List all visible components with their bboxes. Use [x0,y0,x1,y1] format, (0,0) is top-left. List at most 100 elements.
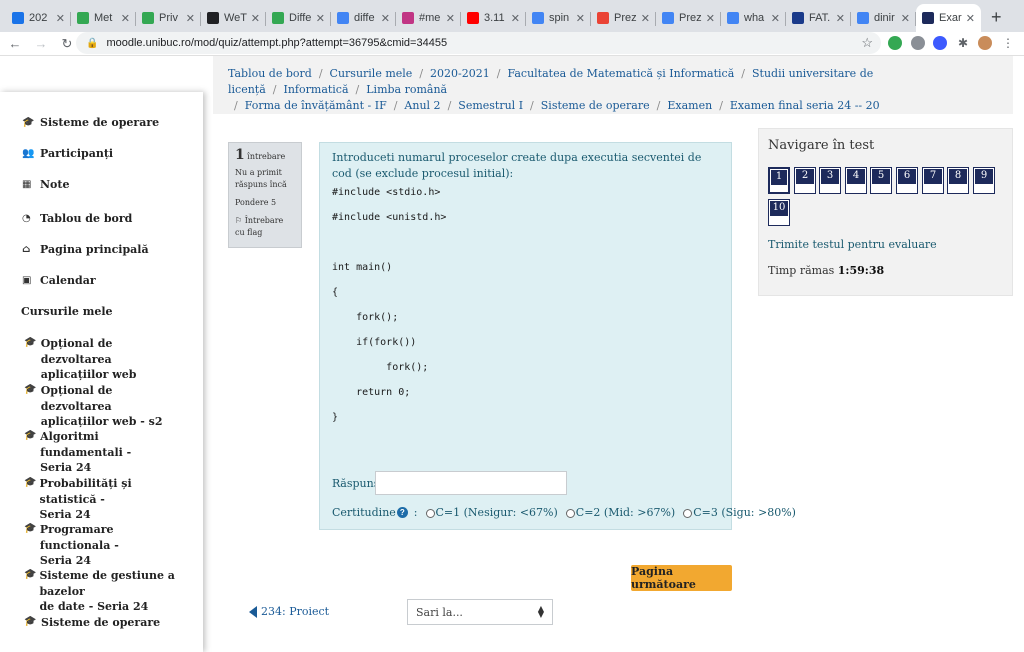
my-courses-heading[interactable]: Cursurile mele [21,305,113,318]
unibuc-icon [922,12,934,24]
breadcrumb-link[interactable]: Limba română [366,83,447,96]
quiz-question-button[interactable]: 7 [922,167,944,194]
quiz-question-button[interactable]: 1 [768,167,790,194]
breadcrumb-link[interactable]: Sisteme de operare [541,99,650,112]
close-icon[interactable]: ✕ [511,12,520,25]
close-icon[interactable]: ✕ [901,12,910,25]
sidebar-course[interactable]: 🎓 Algoritmi fundamentali - Seria 24 [24,429,184,476]
close-icon[interactable]: ✕ [121,12,130,25]
sidebar-course[interactable]: 🎓 Sisteme de gestiune a bazelor de date - … [24,568,184,615]
breadcrumb-link[interactable]: Forma de învățământ - IF [245,99,387,112]
breadcrumb-link[interactable]: Informatică [284,83,349,96]
close-icon[interactable]: ✕ [381,12,390,25]
code-line: #include <stdio.h> [332,187,441,198]
browser-tab[interactable]: wha ✕ [721,4,786,32]
quiz-question-button[interactable]: 5 [870,167,892,194]
sidebar-item[interactable]: ⌂ Pagina principală [22,243,149,257]
close-icon[interactable]: ✕ [186,12,195,25]
sidebar-course[interactable]: 🎓 Probabilități și statistică - Seria 24 [24,476,184,523]
browser-tab[interactable]: Prez ✕ [591,4,656,32]
radio-icon[interactable] [565,508,575,518]
sidebar-item[interactable]: 👥 Participanți [22,147,113,161]
close-icon[interactable]: ✕ [966,12,975,25]
reload-icon[interactable]: ↻ [56,36,78,52]
help-icon[interactable]: ? [396,507,408,518]
close-icon[interactable]: ✕ [251,12,260,25]
quiz-question-button[interactable]: 2 [794,167,816,194]
time-value: 1:59:38 [837,264,885,277]
flag-question[interactable]: ⚐ Întrebare cu flag [235,215,295,239]
browser-tab[interactable]: spin ✕ [526,4,591,32]
breadcrumb-link[interactable]: Examen [667,99,712,112]
next-page-button[interactable]: Pagina următoare [631,565,732,591]
browser-tab[interactable]: WeT ✕ [201,4,266,32]
browser-tab[interactable]: #me ✕ [396,4,461,32]
browser-tab[interactable]: Exar ✕ [916,4,981,32]
extension-chat-icon[interactable] [911,36,925,50]
profile-avatar[interactable] [978,36,992,50]
previous-activity-link[interactable]: 234: Proiect [249,605,329,618]
browser-tab[interactable]: 3.11 ✕ [461,4,526,32]
quiz-question-button[interactable]: 9 [973,167,995,194]
breadcrumb-link[interactable]: Tablou de bord [228,67,312,80]
sidebar-course[interactable]: 🎓 Sisteme de operare [24,615,184,631]
browser-tab[interactable]: diffe ✕ [331,4,396,32]
radio-icon[interactable] [425,508,435,518]
breadcrumb-link[interactable]: Anul 2 [404,99,440,112]
sidebar-course[interactable]: 🎓 Programare functionala - Seria 24 [24,522,184,569]
browser-menu-icon[interactable]: ⋮ [1001,36,1015,50]
sidebar-item[interactable]: ▦ Note [22,178,69,192]
new-tab-icon[interactable]: + [991,4,1002,32]
quiz-question-button[interactable]: 10 [768,199,790,226]
question-button-number: 4 [847,169,865,184]
close-icon[interactable]: ✕ [771,12,780,25]
close-icon[interactable]: ✕ [446,12,455,25]
forward-icon[interactable]: → [30,36,52,51]
home-icon: ⌂ [22,244,31,255]
breadcrumb-link[interactable]: 2020-2021 [430,67,490,80]
sidebar-course[interactable]: 🎓 Opțional de dezvoltarea aplicațiilor web… [24,383,184,430]
browser-tab[interactable]: Diffe ✕ [266,4,331,32]
sidebar-item[interactable]: 🎓 Sisteme de operare [22,116,159,130]
quiz-question-button[interactable]: 8 [947,167,969,194]
breadcrumb-link[interactable]: Facultatea de Matematică și Informatică [507,67,734,80]
question-button-number: 3 [821,169,839,184]
browser-tab[interactable]: 202 ✕ [6,4,71,32]
sidebar-item[interactable]: ◔ Tablou de bord [22,212,132,226]
browser-tab[interactable]: Priv ✕ [136,4,201,32]
breadcrumb-separator: / [234,99,238,112]
quiz-question-button[interactable]: 6 [896,167,918,194]
quiz-question-button[interactable]: 3 [819,167,841,194]
address-bar[interactable]: 🔒 moodle.unibuc.ro/mod/quiz/attempt.php?… [76,32,881,54]
certainty-option-2[interactable]: C=2 (Mid: >67%) [565,506,675,519]
sidebar-course[interactable]: 🎓 Opțional de dezvoltarea aplicațiilor web [24,336,184,383]
close-icon[interactable]: ✕ [641,12,650,25]
close-icon[interactable]: ✕ [56,12,65,25]
back-icon[interactable]: ← [4,36,26,51]
close-icon[interactable]: ✕ [836,12,845,25]
certainty-option-1[interactable]: C=1 (Nesigur: <67%) [425,506,558,519]
browser-tab[interactable]: FAT. ✕ [786,4,851,32]
certainty-option-3[interactable]: C=3 (Sigu: >80%) [683,506,796,519]
sidebar-item-label: Sisteme de operare [40,116,160,129]
grammarly-extension-icon[interactable] [888,36,902,50]
question-button-number: 9 [975,169,993,184]
browser-tab[interactable]: dinir ✕ [851,4,916,32]
browser-tab[interactable]: Met ✕ [71,4,136,32]
close-icon[interactable]: ✕ [316,12,325,25]
sidebar-item[interactable]: ▣ Calendar [22,274,96,288]
bookmark-star-icon[interactable]: ☆ [861,35,873,51]
extensions-puzzle-icon[interactable]: ✱ [956,36,970,50]
close-icon[interactable]: ✕ [576,12,585,25]
submit-quiz-link[interactable]: Trimite testul pentru evaluare [768,238,937,251]
quiz-question-button[interactable]: 4 [845,167,867,194]
breadcrumb-link[interactable]: Cursurile mele [330,67,413,80]
close-icon[interactable]: ✕ [706,12,715,25]
course-name-line: Sisteme de operare [41,616,161,629]
radio-icon[interactable] [683,508,693,518]
breadcrumb-link[interactable]: Semestrul I [458,99,523,112]
extension-gear-icon[interactable] [933,36,947,50]
answer-input[interactable] [375,471,567,495]
browser-tab[interactable]: Prez ✕ [656,4,721,32]
jump-to-select[interactable]: Sari la... ▲ ▼ [407,599,553,625]
